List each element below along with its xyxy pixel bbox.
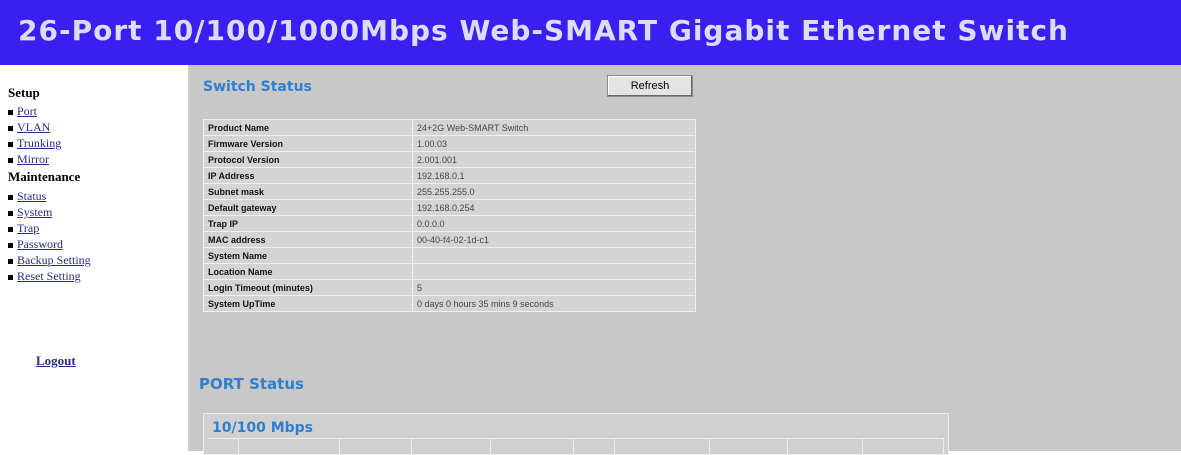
- sidebar-link-port[interactable]: Port: [17, 104, 37, 118]
- sidebar-heading-maintenance: Maintenance: [8, 169, 81, 184]
- sidebar-link-system[interactable]: System: [17, 205, 52, 219]
- row-label: Firmware Version: [203, 135, 413, 152]
- port-header-cell: [710, 439, 789, 455]
- bullet-icon: [8, 210, 13, 216]
- row-label: Trap IP: [203, 215, 413, 232]
- port-status-panel: 10/100 Mbps: [203, 413, 949, 455]
- row-value: [412, 247, 696, 264]
- table-row: System Name: [203, 247, 696, 264]
- row-label: Location Name: [203, 263, 413, 280]
- row-value: 1.00.03: [412, 135, 696, 152]
- table-row: Protocol Version 2.001.001: [203, 151, 696, 168]
- sidebar-heading-setup: Setup: [8, 85, 40, 100]
- switch-status-table: Product Name 24+2G Web-SMART Switch Firmw…: [203, 119, 696, 312]
- row-label: Login Timeout (minutes): [203, 279, 413, 296]
- sidebar-item-vlan[interactable]: VLAN: [8, 119, 61, 135]
- table-row: Location Name: [203, 263, 696, 280]
- bullet-icon: [8, 141, 13, 147]
- row-label: Subnet mask: [203, 183, 413, 200]
- table-row: Default gateway 192.168.0.254: [203, 199, 696, 216]
- sidebar-item-password[interactable]: Password: [8, 236, 91, 252]
- row-label: Default gateway: [203, 199, 413, 216]
- row-value: 192.168.0.1: [412, 167, 696, 184]
- row-value: 0 days 0 hours 35 mins 9 seconds: [412, 295, 696, 312]
- row-value: 24+2G Web-SMART Switch: [412, 119, 696, 136]
- maintenance-menu: Status System Trap Password Backup Setti…: [8, 188, 91, 284]
- main-content: Switch Status Refresh Product Name 24+2G …: [189, 65, 1181, 455]
- bullet-icon: [8, 274, 13, 280]
- port-table-header: [208, 438, 944, 455]
- sidebar-item-system[interactable]: System: [8, 204, 91, 220]
- port-header-cell: [863, 439, 944, 455]
- table-row: Firmware Version 1.00.03: [203, 135, 696, 152]
- sidebar-link-vlan[interactable]: VLAN: [17, 120, 50, 134]
- row-label: IP Address: [203, 167, 413, 184]
- bullet-icon: [8, 125, 13, 131]
- sidebar-link-status[interactable]: Status: [17, 189, 46, 203]
- port-header-cell: [491, 439, 574, 455]
- bullet-icon: [8, 109, 13, 115]
- row-value: 192.168.0.254: [412, 199, 696, 216]
- sidebar-nav: Setup Port VLAN Trunking Mirror Maintena…: [0, 65, 189, 451]
- table-row: Product Name 24+2G Web-SMART Switch: [203, 119, 696, 136]
- row-value: 2.001.001: [412, 151, 696, 168]
- refresh-button[interactable]: Refresh: [607, 75, 693, 97]
- bullet-icon: [8, 242, 13, 248]
- header-banner: 26-Port 10/100/1000Mbps Web-SMART Gigabi…: [0, 0, 1181, 65]
- row-label: Protocol Version: [203, 151, 413, 168]
- sidebar-link-trunking[interactable]: Trunking: [17, 136, 61, 150]
- port-header-cell: [788, 439, 864, 455]
- sidebar-item-mirror[interactable]: Mirror: [8, 151, 61, 167]
- sidebar-item-status[interactable]: Status: [8, 188, 91, 204]
- port-speed-subtitle: 10/100 Mbps: [212, 420, 314, 436]
- row-label: MAC address: [203, 231, 413, 248]
- port-header-cell: [239, 439, 340, 455]
- banner-title: 26-Port 10/100/1000Mbps Web-SMART Gigabi…: [18, 14, 1069, 47]
- bullet-icon: [8, 157, 13, 163]
- sidebar-link-reset-setting[interactable]: Reset Setting: [17, 269, 81, 283]
- sidebar-item-trap[interactable]: Trap: [8, 220, 91, 236]
- row-value: [412, 263, 696, 280]
- row-value: 5: [412, 279, 696, 296]
- port-header-cell: [615, 439, 710, 455]
- sidebar-item-port[interactable]: Port: [8, 103, 61, 119]
- sidebar-item-backup-setting[interactable]: Backup Setting: [8, 252, 91, 268]
- bullet-icon: [8, 258, 13, 264]
- port-status-title: PORT Status: [199, 375, 304, 393]
- table-row: IP Address 192.168.0.1: [203, 167, 696, 184]
- sidebar-link-trap[interactable]: Trap: [17, 221, 39, 235]
- sidebar-item-trunking[interactable]: Trunking: [8, 135, 61, 151]
- sidebar-item-reset-setting[interactable]: Reset Setting: [8, 268, 91, 284]
- table-row: Login Timeout (minutes) 5: [203, 279, 696, 296]
- sidebar-link-mirror[interactable]: Mirror: [17, 152, 49, 166]
- port-header-cell: [340, 439, 413, 455]
- switch-status-title: Switch Status: [203, 79, 312, 95]
- port-header-cell: [574, 439, 615, 455]
- row-value: 255.255.255.0: [412, 183, 696, 200]
- port-header-cell: [412, 439, 492, 455]
- bullet-icon: [8, 194, 13, 200]
- sidebar-link-backup-setting[interactable]: Backup Setting: [17, 253, 91, 267]
- table-row: Subnet mask 255.255.255.0: [203, 183, 696, 200]
- bullet-icon: [8, 226, 13, 232]
- logout-link[interactable]: Logout: [36, 353, 76, 369]
- setup-menu: Port VLAN Trunking Mirror: [8, 103, 61, 167]
- sidebar-link-password[interactable]: Password: [17, 237, 63, 251]
- table-row: MAC address 00-40-f4-02-1d-c1: [203, 231, 696, 248]
- table-row: Trap IP 0.0.0.0: [203, 215, 696, 232]
- row-value: 0.0.0.0: [412, 215, 696, 232]
- row-value: 00-40-f4-02-1d-c1: [412, 231, 696, 248]
- port-header-cell: [208, 439, 239, 455]
- table-row: System UpTime 0 days 0 hours 35 mins 9 se…: [203, 295, 696, 312]
- row-label: Product Name: [203, 119, 413, 136]
- row-label: System UpTime: [203, 295, 413, 312]
- row-label: System Name: [203, 247, 413, 264]
